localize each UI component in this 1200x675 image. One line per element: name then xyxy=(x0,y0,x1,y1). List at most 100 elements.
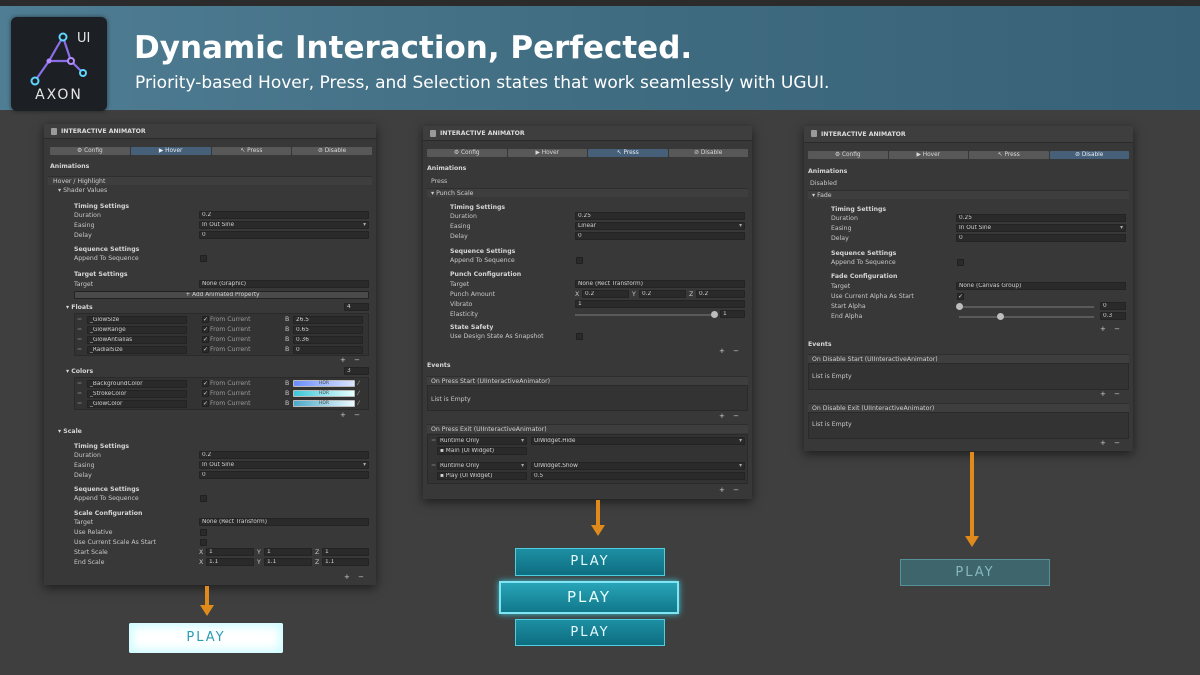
hdr-color-swatch[interactable]: HDR xyxy=(293,390,355,397)
tab-hover[interactable]: ▶ Hover xyxy=(888,151,968,159)
from-current-checkbox[interactable]: ✓ xyxy=(202,390,209,397)
tab-config[interactable]: ⚙ Config xyxy=(50,147,130,155)
append-checkbox[interactable] xyxy=(957,259,964,266)
event-argument-field[interactable]: 0.5 xyxy=(531,472,745,480)
fade-foldout[interactable]: ▾ Fade xyxy=(808,190,1129,199)
float-property-name[interactable]: _GlowRange xyxy=(87,326,187,334)
target-field[interactable]: None (Rect Transform) xyxy=(575,280,745,288)
floats-add-remove[interactable]: + − xyxy=(340,356,363,364)
end-scale-x[interactable]: 1.1 xyxy=(206,558,254,566)
eyedropper-icon[interactable]: ⁄ xyxy=(358,380,359,388)
eyedropper-icon[interactable]: ⁄ xyxy=(358,390,359,398)
delay-field[interactable]: 0 xyxy=(199,231,369,239)
eyedropper-icon[interactable]: ⁄ xyxy=(358,400,359,408)
delay-field[interactable]: 0 xyxy=(956,234,1126,242)
easing-dropdown[interactable]: In Out Sine xyxy=(956,224,1126,232)
target-field[interactable]: None (Graphic) xyxy=(199,280,369,288)
punch-x[interactable]: 0.2 xyxy=(582,290,629,298)
from-current-checkbox[interactable]: ✓ xyxy=(202,346,209,353)
punch-z[interactable]: 0.2 xyxy=(696,290,745,298)
colors-count[interactable]: 3 xyxy=(344,367,369,375)
end-scale-y[interactable]: 1.1 xyxy=(264,558,312,566)
hdr-color-swatch[interactable]: HDR xyxy=(293,380,355,387)
floats-count[interactable]: 4 xyxy=(344,303,369,311)
event-mode-dropdown[interactable]: Runtime Only xyxy=(437,462,527,470)
event2-add-remove[interactable]: + − xyxy=(719,486,742,494)
use-current-scale-checkbox[interactable] xyxy=(200,539,207,546)
easing-dropdown[interactable]: In Out Sine xyxy=(199,221,369,229)
event1-add-remove[interactable]: + − xyxy=(1100,390,1123,398)
end-scale-z[interactable]: 1.1 xyxy=(322,558,369,566)
from-current-checkbox[interactable]: ✓ xyxy=(202,336,209,343)
scale-easing-dropdown[interactable]: In Out Sine xyxy=(199,461,369,469)
scale-duration-field[interactable]: 0.2 xyxy=(199,451,369,459)
tab-hover[interactable]: ▶ Hover xyxy=(507,149,587,157)
start-alpha-field[interactable]: 0 xyxy=(1100,302,1126,310)
duration-field[interactable]: 0.25 xyxy=(575,212,745,220)
play-button-press-large[interactable]: PLAY xyxy=(499,581,679,614)
color-property-name[interactable]: _GlowColor xyxy=(87,400,187,408)
drag-handle-icon[interactable]: = xyxy=(77,336,82,344)
from-current-checkbox[interactable]: ✓ xyxy=(202,316,209,323)
from-current-checkbox[interactable]: ✓ xyxy=(202,326,209,333)
duration-field[interactable]: 0.2 xyxy=(199,211,369,219)
scale-target-field[interactable]: None (Rect Transform) xyxy=(199,518,369,526)
add-animated-property-button[interactable]: + Add Animated Property xyxy=(74,291,369,299)
elasticity-slider-handle[interactable] xyxy=(711,311,718,318)
float-target-value[interactable]: 0.65 xyxy=(293,326,363,334)
end-alpha-slider-handle[interactable] xyxy=(997,313,1004,320)
target-field[interactable]: None (Canvas Group) xyxy=(956,282,1126,290)
colors-add-remove[interactable]: + − xyxy=(340,411,363,419)
append-checkbox[interactable] xyxy=(576,257,583,264)
use-current-alpha-checkbox[interactable]: ✓ xyxy=(957,293,964,300)
event1-add-remove[interactable]: + − xyxy=(719,412,742,420)
tab-disable[interactable]: ⊘ Disable xyxy=(1049,151,1129,159)
use-relative-checkbox[interactable] xyxy=(200,529,207,536)
color-property-name[interactable]: _BackgroundColor xyxy=(87,380,187,388)
tab-hover[interactable]: ▶ Hover xyxy=(130,147,211,155)
floats-foldout[interactable]: ▾ Floats xyxy=(66,304,93,312)
delay-field[interactable]: 0 xyxy=(575,232,745,240)
event-target-object[interactable]: ▪ Main (UI Widget) xyxy=(437,447,527,455)
float-property-name[interactable]: _GlowSize xyxy=(87,316,187,324)
event-function-dropdown[interactable]: UIWidget.Show xyxy=(531,462,745,470)
end-alpha-field[interactable]: 0.3 xyxy=(1100,312,1126,320)
shader-values-foldout[interactable]: ▾ Shader Values xyxy=(58,187,107,195)
scale-append-checkbox[interactable] xyxy=(200,495,207,502)
tab-press[interactable]: ↖ Press xyxy=(588,149,668,157)
drag-handle-icon[interactable]: = xyxy=(77,380,82,388)
event-mode-dropdown[interactable]: Runtime Only xyxy=(437,437,527,445)
punch-scale-foldout[interactable]: ▾ Punch Scale xyxy=(427,188,748,197)
start-scale-z[interactable]: 1 xyxy=(322,548,369,556)
tab-disable[interactable]: ⊘ Disable xyxy=(292,147,372,155)
drag-handle-icon[interactable]: = xyxy=(77,326,82,334)
hover-state-header[interactable]: Hover / Highlight xyxy=(48,176,372,185)
event-target-object[interactable]: ▪ Play (UI Widget) xyxy=(437,472,527,480)
animations-add-remove[interactable]: + − xyxy=(1100,325,1123,333)
float-property-name[interactable]: _RadialSize xyxy=(87,346,187,354)
drag-handle-icon[interactable]: = xyxy=(77,346,82,354)
float-property-name[interactable]: _GlowAntialias xyxy=(87,336,187,344)
scale-add-remove[interactable]: + − xyxy=(344,573,367,581)
tab-config[interactable]: ⚙ Config xyxy=(808,151,888,159)
event-function-dropdown[interactable]: UIWidget.Hide xyxy=(531,437,745,445)
drag-handle-icon[interactable]: = xyxy=(431,437,436,445)
play-button-press-small-bottom[interactable]: PLAY xyxy=(515,619,665,646)
color-property-name[interactable]: _StrokeColor xyxy=(87,390,187,398)
scale-delay-field[interactable]: 0 xyxy=(199,471,369,479)
from-current-checkbox[interactable]: ✓ xyxy=(202,400,209,407)
vibrato-field[interactable]: 1 xyxy=(575,300,745,308)
from-current-checkbox[interactable]: ✓ xyxy=(202,380,209,387)
tab-config[interactable]: ⚙ Config xyxy=(427,149,507,157)
play-button-press-small-top[interactable]: PLAY xyxy=(515,548,665,576)
snapshot-checkbox[interactable] xyxy=(576,333,583,340)
drag-handle-icon[interactable]: = xyxy=(77,400,82,408)
event2-add-remove[interactable]: + − xyxy=(1100,439,1123,447)
float-target-value[interactable]: 26.5 xyxy=(293,316,363,324)
tab-press[interactable]: ↖ Press xyxy=(969,151,1049,159)
drag-handle-icon[interactable]: = xyxy=(77,316,82,324)
tab-press[interactable]: ↖ Press xyxy=(211,147,292,155)
animations-add-remove[interactable]: + − xyxy=(719,347,742,355)
drag-handle-icon[interactable]: = xyxy=(77,390,82,398)
float-target-value[interactable]: 0.36 xyxy=(293,336,363,344)
